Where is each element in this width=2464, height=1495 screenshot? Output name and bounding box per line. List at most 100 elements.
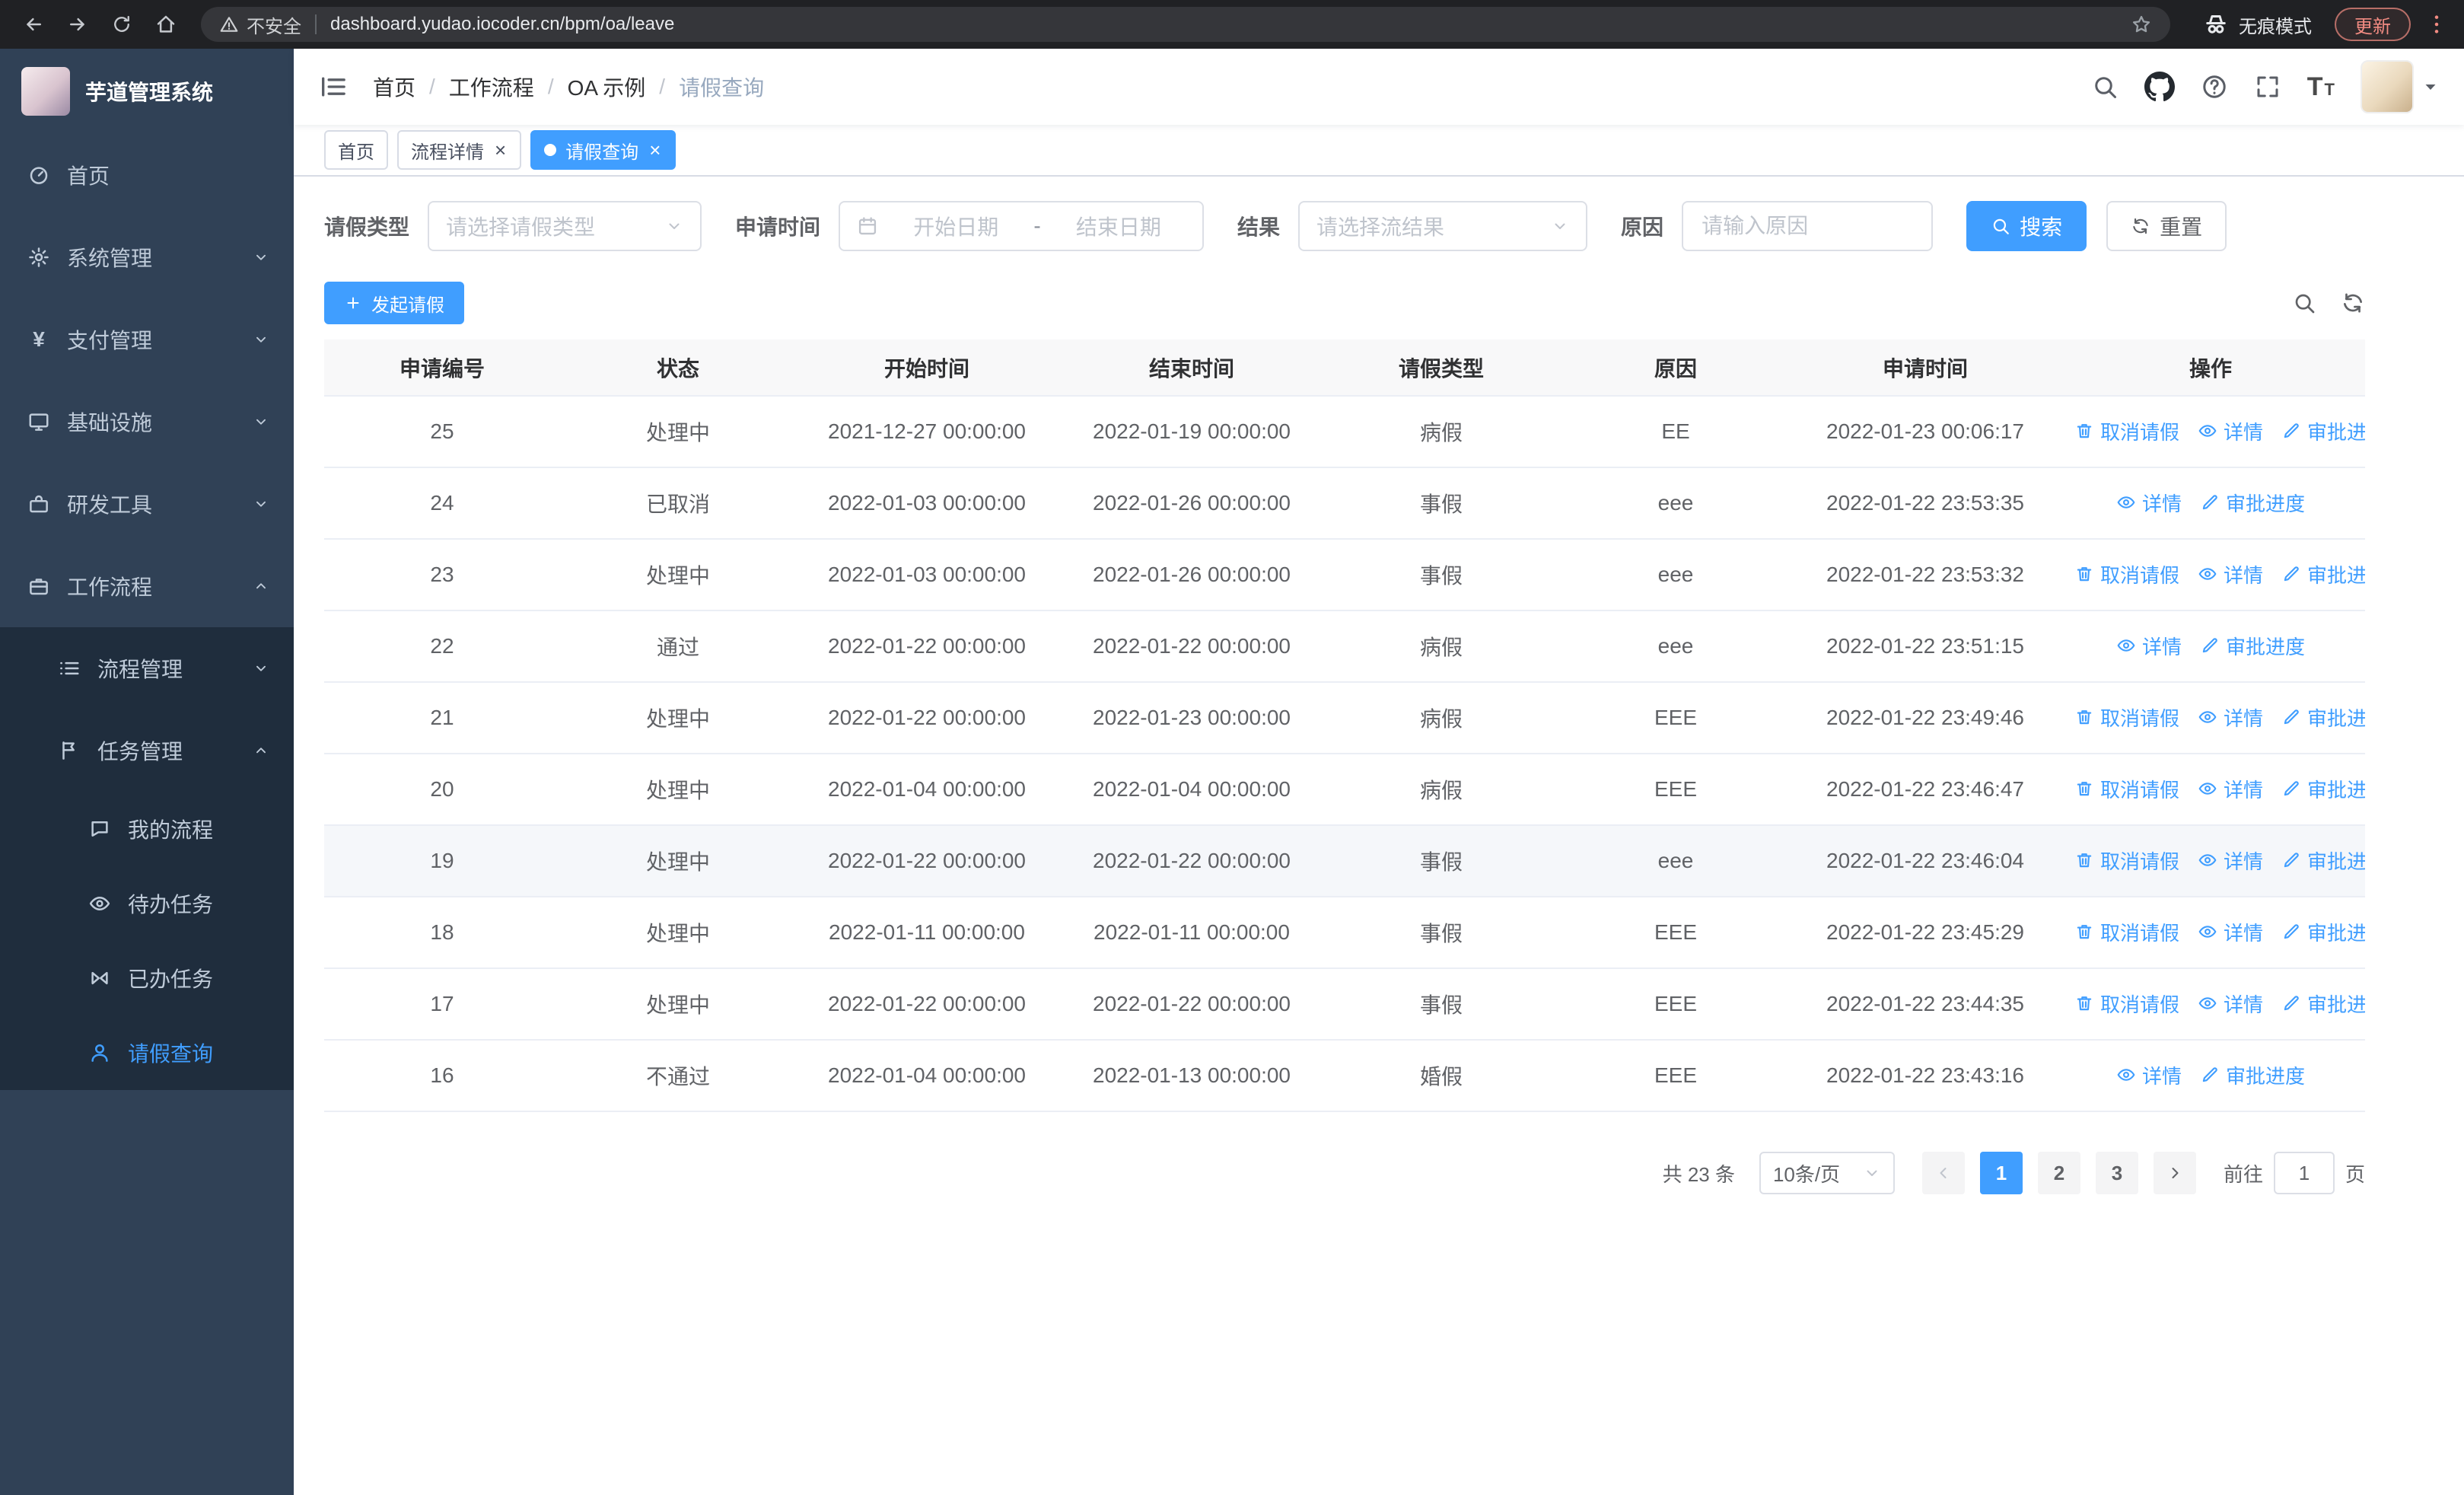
action-label: 取消请假 [2100, 850, 2180, 873]
action-label: 取消请假 [2100, 778, 2180, 802]
action-progress-link[interactable]: 审批进度 [2281, 990, 2365, 1018]
action-detail-link[interactable]: 详情 [2116, 489, 2182, 517]
action-progress-link[interactable]: 审批进度 [2281, 775, 2365, 803]
tab-process-detail[interactable]: 流程详情 × [397, 130, 522, 170]
table-refresh-icon[interactable] [2341, 291, 2365, 315]
gear-icon [27, 246, 50, 269]
action-progress-link[interactable]: 审批进度 [2200, 1061, 2305, 1089]
cancel-icon [2074, 993, 2094, 1013]
help-icon[interactable] [2201, 73, 2228, 100]
action-detail-link[interactable]: 详情 [2198, 775, 2263, 803]
forward-button[interactable] [59, 6, 96, 43]
action-progress-link[interactable]: 审批进度 [2281, 417, 2365, 445]
create-leave-button[interactable]: 发起请假 [324, 282, 464, 324]
menu-kebab-icon[interactable] [2424, 12, 2449, 37]
sidebar-item-my-process[interactable]: 我的流程 [0, 792, 294, 866]
page-2-button[interactable]: 2 [2037, 1152, 2080, 1194]
breadcrumb-item-home[interactable]: 首页 [373, 72, 415, 102]
app-logo[interactable]: 芋道管理系统 [0, 49, 294, 134]
sidebar-item-dev-tools[interactable]: 研发工具 [0, 463, 294, 545]
action-detail-link[interactable]: 详情 [2198, 703, 2263, 732]
toggle-search-icon[interactable] [2292, 291, 2316, 315]
plus-icon [344, 294, 362, 312]
page-1-button[interactable]: 1 [1979, 1152, 2023, 1194]
action-cancel-link[interactable]: 取消请假 [2074, 775, 2179, 803]
action-progress-link[interactable]: 审批进度 [2200, 632, 2305, 660]
action-cancel-link[interactable]: 取消请假 [2074, 560, 2179, 588]
reload-button[interactable] [103, 6, 140, 43]
sidebar-item-infrastructure[interactable]: 基础设施 [0, 381, 294, 463]
action-cancel-link[interactable]: 取消请假 [2074, 417, 2179, 445]
action-detail-link[interactable]: 详情 [2116, 1061, 2182, 1089]
action-cancel-link[interactable]: 取消请假 [2074, 918, 2179, 946]
user-menu[interactable] [2361, 60, 2440, 113]
breadcrumb-item-oa[interactable]: OA 示例 [568, 72, 646, 102]
date-range-picker[interactable]: 开始日期 - 结束日期 [839, 201, 1205, 251]
action-progress-link[interactable]: 审批进度 [2200, 489, 2305, 517]
sidebar-item-task-management[interactable]: 任务管理 [0, 709, 294, 792]
sidebar-item-process-management[interactable]: 流程管理 [0, 627, 294, 709]
cell-status: 不通过 [560, 1040, 796, 1112]
hamburger-icon[interactable] [318, 72, 349, 102]
cell-apply-time: 2022-01-22 23:49:46 [1794, 682, 2056, 754]
sidebar-item-payment-management[interactable]: ¥ 支付管理 [0, 298, 294, 381]
next-page-button[interactable] [2153, 1152, 2196, 1194]
action-detail-link[interactable]: 详情 [2198, 417, 2263, 445]
font-size-icon[interactable]: TT [2307, 74, 2335, 100]
action-detail-link[interactable]: 详情 [2198, 990, 2263, 1018]
page-3-button[interactable]: 3 [2095, 1152, 2138, 1194]
reset-button[interactable]: 重置 [2106, 201, 2227, 251]
action-progress-link[interactable]: 审批进度 [2281, 560, 2365, 588]
prev-page-button[interactable] [1921, 1152, 1965, 1194]
action-cancel-link[interactable]: 取消请假 [2074, 990, 2179, 1018]
sidebar-item-todo-tasks[interactable]: 待办任务 [0, 866, 294, 941]
fullscreen-icon[interactable] [2254, 73, 2281, 100]
sidebar-item-leave-query[interactable]: 请假查询 [0, 1015, 294, 1090]
reset-button-label: 重置 [2160, 215, 2203, 239]
browser-chrome: 不安全 dashboard.yudao.iocoder.cn/bpm/oa/le… [0, 0, 2464, 49]
update-chip[interactable]: 更新 [2335, 8, 2411, 41]
result-select[interactable]: 请选择流结果 [1298, 201, 1588, 251]
goto-page-input[interactable] [2273, 1152, 2335, 1194]
sidebar-item-home[interactable]: 首页 [0, 134, 294, 216]
github-icon[interactable] [2144, 72, 2175, 102]
sidebar-item-workflow[interactable]: 工作流程 [0, 545, 294, 627]
tab-home[interactable]: 首页 [324, 130, 388, 170]
chevron-down-icon [253, 660, 269, 677]
table-row[interactable]: 17 处理中 2022-01-22 00:00:00 2022-01-22 00:00… [324, 968, 2365, 1041]
action-cancel-link[interactable]: 取消请假 [2074, 846, 2179, 875]
table-row[interactable]: 22 通过 2022-01-22 00:00:00 2022-01-22 00:00:… [324, 610, 2365, 683]
leave-type-select[interactable]: 请选择请假类型 [428, 201, 702, 251]
page-size-select[interactable]: 10条/页 [1759, 1152, 1895, 1194]
bookmark-star-icon[interactable] [2131, 14, 2152, 35]
table-row[interactable]: 24 已取消 2022-01-03 00:00:00 2022-01-26 00:00… [324, 467, 2365, 540]
close-icon[interactable]: × [493, 140, 508, 160]
table-row[interactable]: 21 处理中 2022-01-22 00:00:00 2022-01-23 00:00… [324, 682, 2365, 754]
close-icon[interactable]: × [648, 140, 662, 160]
action-detail-link[interactable]: 详情 [2116, 632, 2182, 660]
table-row[interactable]: 25 处理中 2021-12-27 00:00:00 2022-01-19 00:00… [324, 396, 2365, 468]
action-detail-link[interactable]: 详情 [2198, 560, 2263, 588]
action-detail-link[interactable]: 详情 [2198, 846, 2263, 875]
table-row[interactable]: 18 处理中 2022-01-11 00:00:00 2022-01-11 00:00… [324, 897, 2365, 969]
table-row[interactable]: 20 处理中 2022-01-04 00:00:00 2022-01-04 00:00… [324, 754, 2365, 826]
action-detail-link[interactable]: 详情 [2198, 918, 2263, 946]
table-row[interactable]: 23 处理中 2022-01-03 00:00:00 2022-01-26 00:00… [324, 539, 2365, 611]
reason-input[interactable] [1682, 201, 1934, 251]
sidebar-item-done-tasks[interactable]: 已办任务 [0, 941, 294, 1015]
search-button[interactable]: 搜索 [1966, 201, 2087, 251]
address-bar[interactable]: 不安全 dashboard.yudao.iocoder.cn/bpm/oa/le… [201, 7, 2170, 42]
action-progress-link[interactable]: 审批进度 [2281, 918, 2365, 946]
home-button[interactable] [148, 6, 184, 43]
tab-leave-query[interactable]: 请假查询 × [530, 130, 676, 170]
action-cancel-link[interactable]: 取消请假 [2074, 703, 2179, 732]
breadcrumb-item-workflow[interactable]: 工作流程 [449, 72, 534, 102]
tools-icon [27, 492, 50, 515]
action-progress-link[interactable]: 审批进度 [2281, 846, 2365, 875]
action-progress-link[interactable]: 审批进度 [2281, 703, 2365, 732]
back-button[interactable] [15, 6, 52, 43]
table-row[interactable]: 19 处理中 2022-01-22 00:00:00 2022-01-22 00:00… [324, 825, 2365, 897]
search-icon[interactable] [2091, 73, 2119, 100]
sidebar-item-system-management[interactable]: 系统管理 [0, 216, 294, 298]
table-row[interactable]: 16 不通过 2022-01-04 00:00:00 2022-01-13 00:00… [324, 1040, 2365, 1112]
